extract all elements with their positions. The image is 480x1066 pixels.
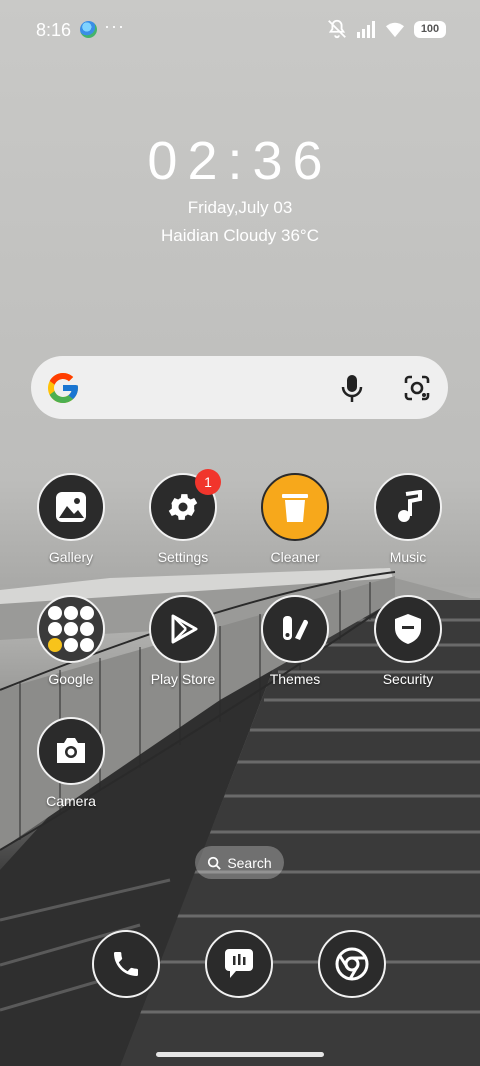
gallery-icon bbox=[56, 492, 86, 522]
app-music[interactable]: Music bbox=[353, 473, 463, 565]
app-cleaner[interactable]: Cleaner bbox=[240, 473, 350, 565]
lens-icon[interactable] bbox=[403, 374, 431, 402]
mic-icon[interactable] bbox=[340, 373, 364, 403]
clock-date[interactable]: Friday,July 03 bbox=[0, 198, 480, 218]
mute-icon bbox=[328, 19, 346, 39]
app-google-folder[interactable]: Google bbox=[16, 595, 126, 687]
app-cleaner-circle[interactable] bbox=[261, 473, 329, 541]
globe-icon bbox=[80, 21, 97, 38]
folder-icon[interactable] bbox=[37, 595, 105, 663]
gear-icon bbox=[168, 494, 198, 520]
app-camera[interactable]: Camera bbox=[16, 717, 126, 809]
notification-badge: 1 bbox=[195, 469, 221, 495]
app-play-store-circle[interactable] bbox=[149, 595, 217, 663]
music-note-icon bbox=[398, 490, 422, 522]
status-bar: 8:16 ··· 100 bbox=[0, 0, 480, 60]
app-label: Music bbox=[389, 549, 427, 565]
messages-icon bbox=[225, 949, 253, 978]
wifi-icon bbox=[386, 22, 404, 38]
app-label: Google bbox=[48, 671, 94, 687]
dock-messages[interactable] bbox=[205, 930, 273, 998]
trash-icon bbox=[282, 494, 308, 522]
app-label: Cleaner bbox=[270, 549, 320, 565]
play-icon bbox=[171, 614, 198, 644]
app-security-circle[interactable] bbox=[374, 595, 442, 663]
battery-indicator: 100 bbox=[414, 20, 446, 38]
google-search-bar[interactable] bbox=[31, 356, 448, 419]
dock-chrome[interactable] bbox=[318, 930, 386, 998]
google-logo-icon[interactable] bbox=[45, 370, 81, 406]
app-label: Play Store bbox=[150, 671, 216, 687]
app-play-store[interactable]: Play Store bbox=[128, 595, 238, 687]
app-settings-circle[interactable]: 1 bbox=[149, 469, 221, 541]
app-search-button[interactable]: Search bbox=[195, 846, 284, 879]
app-music-circle[interactable] bbox=[374, 473, 442, 541]
themes-icon bbox=[283, 616, 309, 640]
chrome-icon bbox=[335, 947, 369, 981]
app-settings[interactable]: 1 Settings bbox=[128, 469, 238, 565]
weather-text[interactable]: Haidian Cloudy 36°C bbox=[0, 226, 480, 246]
app-gallery-circle[interactable] bbox=[37, 473, 105, 541]
shield-icon bbox=[395, 614, 421, 644]
clock-time[interactable]: 02:36 bbox=[0, 130, 480, 192]
app-label: Camera bbox=[46, 793, 96, 809]
app-label: Themes bbox=[269, 671, 321, 687]
app-search-label: Search bbox=[227, 854, 272, 871]
app-label: Settings bbox=[157, 549, 209, 565]
camera-icon bbox=[57, 738, 85, 763]
app-label: Gallery bbox=[48, 549, 94, 565]
more-notifications-icon: ··· bbox=[104, 16, 125, 36]
search-icon bbox=[208, 856, 222, 870]
app-label: Security bbox=[382, 671, 434, 687]
status-time: 8:16 bbox=[36, 20, 72, 40]
app-gallery[interactable]: Gallery bbox=[16, 473, 126, 565]
home-indicator[interactable] bbox=[156, 1052, 324, 1057]
signal-icon bbox=[357, 21, 375, 38]
phone-icon bbox=[114, 952, 138, 976]
app-themes[interactable]: Themes bbox=[240, 595, 350, 687]
dock-phone[interactable] bbox=[92, 930, 160, 998]
app-security[interactable]: Security bbox=[353, 595, 463, 687]
app-camera-circle[interactable] bbox=[37, 717, 105, 785]
app-themes-circle[interactable] bbox=[261, 595, 329, 663]
